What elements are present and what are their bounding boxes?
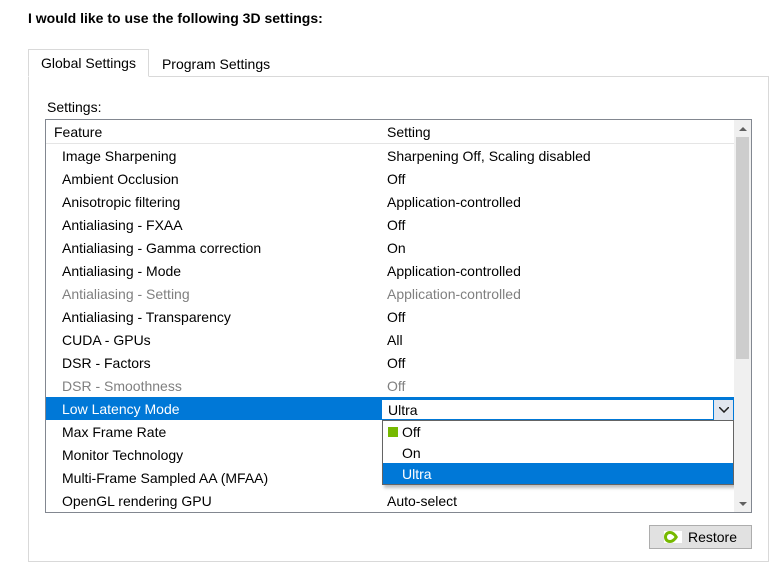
table-row[interactable]: Ambient OcclusionOff xyxy=(46,167,734,190)
table-row[interactable]: Low Latency ModeUltra xyxy=(46,397,734,420)
feature-cell: CUDA - GPUs xyxy=(46,332,381,348)
feature-cell: Anisotropic filtering xyxy=(46,194,381,210)
scroll-track[interactable] xyxy=(734,137,751,495)
dropdown-option-label: On xyxy=(402,445,421,461)
setting-cell: Application-controlled xyxy=(381,263,734,279)
scroll-thumb[interactable] xyxy=(736,137,749,359)
page-title: I would like to use the following 3D set… xyxy=(28,10,769,26)
setting-cell[interactable]: Ultra xyxy=(381,399,734,420)
feature-cell: Antialiasing - Mode xyxy=(46,263,381,279)
table-row[interactable]: DSR - FactorsOff xyxy=(46,351,734,374)
feature-cell: OpenGL rendering GPU xyxy=(46,493,381,509)
table-row[interactable]: Antialiasing - FXAAOff xyxy=(46,213,734,236)
low-latency-dropdown[interactable]: Off On Ultra xyxy=(382,420,734,485)
dropdown-option[interactable]: Off xyxy=(383,421,733,442)
setting-cell: Application-controlled xyxy=(381,194,734,210)
setting-cell: Off xyxy=(381,378,734,394)
feature-cell: DSR - Factors xyxy=(46,355,381,371)
table-row[interactable]: Anisotropic filteringApplication-control… xyxy=(46,190,734,213)
setting-cell: Sharpening Off, Scaling disabled xyxy=(381,148,734,164)
scroll-down-button[interactable] xyxy=(734,495,751,512)
column-header-setting[interactable]: Setting xyxy=(381,124,734,140)
table-row[interactable]: DSR - SmoothnessOff xyxy=(46,374,734,397)
setting-cell: All xyxy=(381,332,734,348)
dropdown-option[interactable]: On xyxy=(383,442,733,463)
table-row[interactable]: OpenGL rendering GPUAuto-select xyxy=(46,489,734,512)
feature-cell: Max Frame Rate xyxy=(46,424,381,440)
tab-strip: Global Settings Program Settings xyxy=(28,48,769,77)
column-header-feature[interactable]: Feature xyxy=(46,124,381,140)
restore-button[interactable]: Restore xyxy=(649,525,752,549)
settings-frame: I would like to use the following 3D set… xyxy=(0,0,773,583)
table-row[interactable]: Antialiasing - TransparencyOff xyxy=(46,305,734,328)
column-headers: Feature Setting xyxy=(46,120,734,144)
chevron-down-icon[interactable] xyxy=(713,400,733,421)
feature-cell: DSR - Smoothness xyxy=(46,378,381,394)
table-row[interactable]: Antialiasing - SettingApplication-contro… xyxy=(46,282,734,305)
tab-panel: Settings: Feature Setting Image Sharpeni… xyxy=(28,77,769,562)
tab-program-settings[interactable]: Program Settings xyxy=(149,50,283,77)
feature-cell: Antialiasing - Transparency xyxy=(46,309,381,325)
dropdown-option-label: Off xyxy=(402,424,420,440)
table-row[interactable]: CUDA - GPUsAll xyxy=(46,328,734,351)
setting-cell: Off xyxy=(381,171,734,187)
setting-cell: Application-controlled xyxy=(381,286,734,302)
setting-cell: Auto-select xyxy=(381,493,734,509)
scroll-up-button[interactable] xyxy=(734,120,751,137)
vertical-scrollbar[interactable] xyxy=(734,120,751,512)
setting-cell: Off xyxy=(381,217,734,233)
restore-button-label: Restore xyxy=(688,529,737,545)
dropdown-option[interactable]: Ultra xyxy=(383,463,733,484)
feature-cell: Image Sharpening xyxy=(46,148,381,164)
restore-row: Restore xyxy=(45,525,752,549)
feature-cell: Monitor Technology xyxy=(46,447,381,463)
tab-global-settings[interactable]: Global Settings xyxy=(28,49,149,77)
table-row[interactable]: Antialiasing - Gamma correctionOn xyxy=(46,236,734,259)
setting-cell: Off xyxy=(381,355,734,371)
feature-cell: Ambient Occlusion xyxy=(46,171,381,187)
settings-label: Settings: xyxy=(47,99,752,115)
dropdown-option-label: Ultra xyxy=(402,466,432,482)
table-row[interactable]: Antialiasing - ModeApplication-controlle… xyxy=(46,259,734,282)
table-row[interactable]: Image SharpeningSharpening Off, Scaling … xyxy=(46,144,734,167)
feature-cell: Antialiasing - Gamma correction xyxy=(46,240,381,256)
settings-list: Feature Setting Image SharpeningSharpeni… xyxy=(45,119,752,513)
feature-cell: Antialiasing - Setting xyxy=(46,286,381,302)
nvidia-default-icon xyxy=(388,427,398,437)
setting-cell: Off xyxy=(381,309,734,325)
feature-cell: Multi-Frame Sampled AA (MFAA) xyxy=(46,470,381,486)
feature-cell: Antialiasing - FXAA xyxy=(46,217,381,233)
nvidia-logo-icon xyxy=(664,531,682,543)
feature-cell: Low Latency Mode xyxy=(46,401,381,417)
setting-cell: On xyxy=(381,240,734,256)
settings-list-body: Feature Setting Image SharpeningSharpeni… xyxy=(46,120,734,512)
